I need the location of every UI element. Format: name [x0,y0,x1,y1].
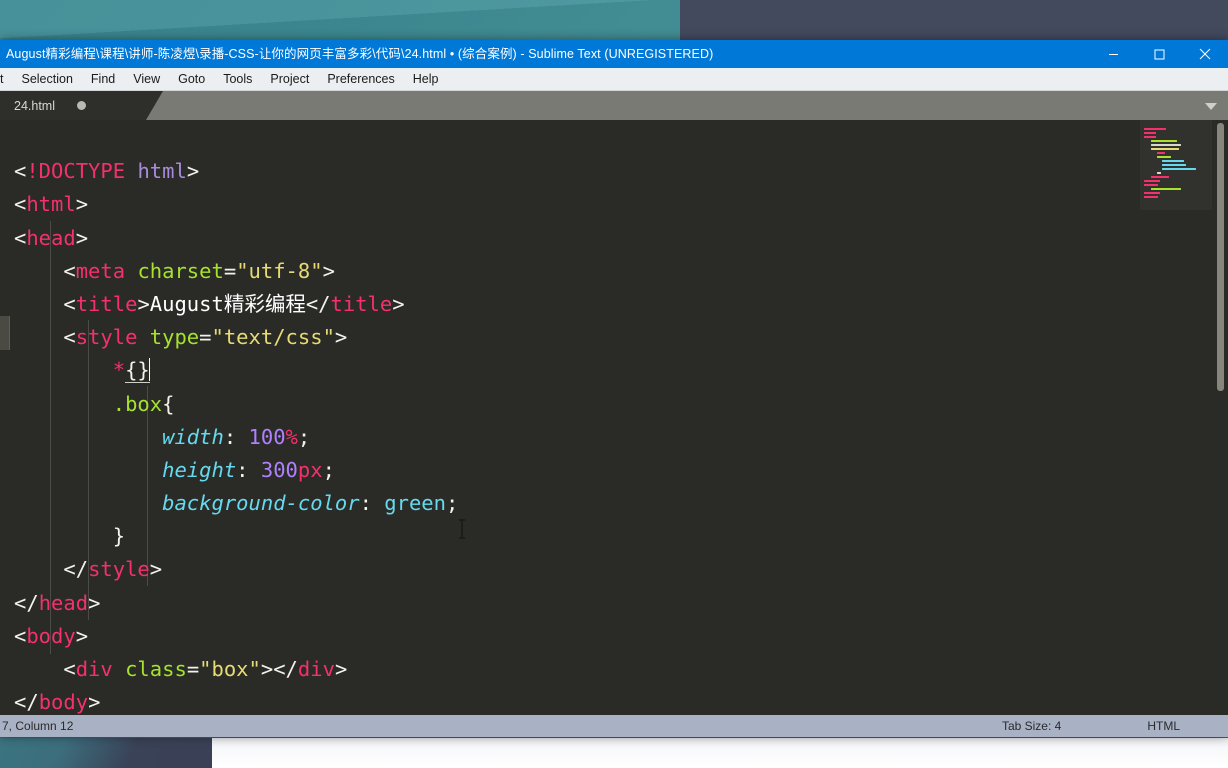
code-line: </body> [14,690,101,715]
status-cursor-position[interactable]: e 7, Column 12 [0,719,73,733]
menu-item-find[interactable]: Find [82,68,124,90]
minimap-line [1151,148,1179,150]
menu-item-view[interactable]: View [124,68,169,90]
minimap-line [1157,172,1161,174]
menu-item-preferences[interactable]: Preferences [318,68,403,90]
menubar: t Selection Find View Goto Tools Project… [0,68,1228,91]
sublime-text-window: August精彩编程\课程\讲师-陈凌煜\录播-CSS-让你的网页丰富多彩\代码… [0,40,1228,737]
close-button[interactable] [1182,40,1228,68]
code-line: <head> [14,225,89,250]
minimap-line [1151,144,1181,146]
minimap-line [1157,156,1171,158]
minimap-line [1162,168,1196,170]
menu-item-selection[interactable]: Selection [12,68,81,90]
minimap-line [1144,180,1160,182]
minimize-button[interactable] [1090,40,1136,68]
minimap-line [1144,132,1156,134]
code-line: <meta charset="utf-8"> [63,258,335,283]
minimap-line [1144,196,1158,198]
minimap-line [1151,176,1169,178]
tabbar: 24.html [0,91,1228,120]
window-title: August精彩编程\课程\讲师-陈凌煜\录播-CSS-让你的网页丰富多彩\代码… [6,47,714,61]
minimap-line [1144,136,1156,138]
tab-overflow-button[interactable] [1194,91,1228,120]
minimap-line [1162,160,1184,162]
desktop-wallpaper-bottom-right [212,736,1228,768]
editor-area[interactable]: <!DOCTYPE html> <html> <head> <meta charse… [0,120,1228,715]
minimap[interactable] [1140,120,1212,715]
code-line: </style> [63,557,163,582]
desktop-wallpaper-wedge [0,0,680,40]
screen: August精彩编程\课程\讲师-陈凌煜\录播-CSS-让你的网页丰富多彩\代码… [0,0,1228,768]
code-line: <style type="text/css"> [63,325,348,350]
status-tab-size[interactable]: Tab Size: 4 [1002,719,1061,733]
window-titlebar[interactable]: August精彩编程\课程\讲师-陈凌煜\录播-CSS-让你的网页丰富多彩\代码… [0,40,1228,68]
tab-label: 24.html [14,98,55,113]
tab-dirty-indicator-icon[interactable] [77,101,86,110]
menu-item-tools[interactable]: Tools [214,68,261,90]
code-line: <html> [14,192,89,217]
code-line: <title>August精彩编程</title> [63,291,405,316]
menu-item-project[interactable]: Project [261,68,318,90]
vertical-scrollbar[interactable] [1215,120,1226,715]
desktop-wallpaper-top-right [680,0,1228,40]
minimap-line [1157,152,1165,154]
code-line: } [112,524,126,549]
minimap-line [1162,164,1186,166]
status-syntax[interactable]: HTML [1147,719,1180,733]
code-line: .box{ [112,391,175,416]
minimap-line [1144,192,1160,194]
statusbar: e 7, Column 12 Tab Size: 4 HTML [0,715,1228,737]
minimap-line [1151,140,1177,142]
code-line: <div class="box"></div> [63,657,348,682]
code-line: *{} [112,358,150,384]
minimap-line [1144,184,1158,186]
vertical-scrollbar-thumb[interactable] [1217,123,1224,391]
desktop-wallpaper-top-left [0,0,680,40]
window-controls [1090,40,1228,68]
code-line: <body> [14,623,89,648]
code-line: width: 100%; [162,424,311,449]
minimap-line [1144,128,1166,130]
code-line: <!DOCTYPE html> [14,159,200,184]
tab-24-html[interactable]: 24.html [0,91,163,120]
mouse-ibeam-cursor [457,518,467,540]
code-line: </head> [14,590,101,615]
minimap-line [1151,188,1181,190]
code-line: background-color: green; [162,491,459,516]
code-line: height: 300px; [162,457,335,482]
chevron-down-icon [1205,102,1217,110]
menu-item-goto[interactable]: Goto [169,68,214,90]
maximize-button[interactable] [1136,40,1182,68]
code-content[interactable]: <!DOCTYPE html> <html> <head> <meta charse… [14,122,458,715]
menu-item-edit[interactable]: t [0,68,12,90]
menu-item-help[interactable]: Help [404,68,448,90]
desktop-wallpaper-bottom-left [0,736,212,768]
sidebar-toggle-handle[interactable] [0,316,10,350]
